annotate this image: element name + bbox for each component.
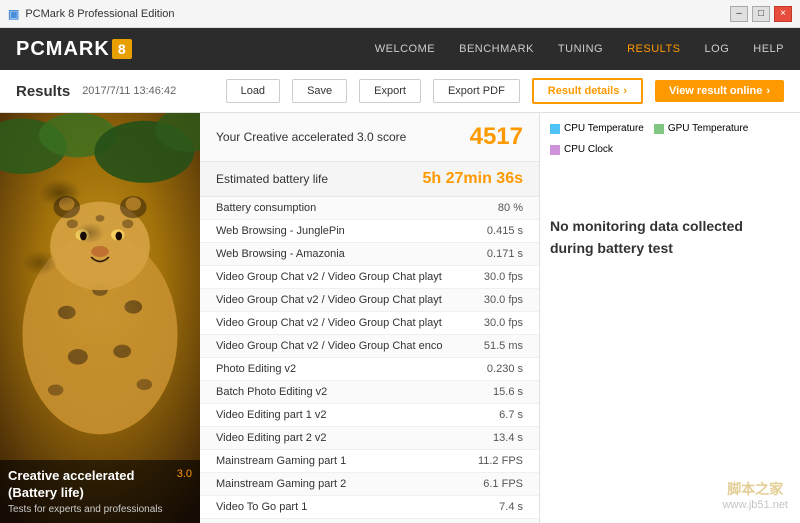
top-navigation: PCMARK 8 WELCOME BENCHMARK TUNING RESULT… (0, 28, 800, 70)
nav-links: WELCOME BENCHMARK TUNING RESULTS LOG HEL… (375, 43, 784, 55)
nav-log[interactable]: LOG (705, 43, 730, 55)
nav-results[interactable]: RESULTS (627, 43, 680, 55)
results-title: Results (16, 83, 70, 100)
nav-tuning[interactable]: TUNING (558, 43, 603, 55)
test-image: 3.0 Creative accelerated (Battery life) … (0, 113, 200, 523)
table-row: Web Browsing - Amazonia0.171 s (200, 243, 539, 266)
right-panel: CPU TemperatureGPU TemperatureCPU Clock … (540, 113, 800, 523)
table-row: Video Group Chat v2 / Video Group Chat p… (200, 266, 539, 289)
table-row: Video Editing part 1 v26.7 s (200, 404, 539, 427)
app-icon: ▣ (8, 7, 19, 21)
maximize-button[interactable]: □ (752, 6, 770, 22)
export-button[interactable]: Export (359, 79, 421, 103)
data-table: Battery consumption80 %Web Browsing - Ju… (200, 197, 539, 523)
table-row: Battery consumption80 % (200, 197, 539, 220)
test-version: 3.0 (177, 468, 192, 480)
table-row: Video Group Chat v2 / Video Group Chat p… (200, 289, 539, 312)
left-panel: 3.0 Creative accelerated (Battery life) … (0, 113, 200, 523)
no-data-message: No monitoring data collected during batt… (550, 215, 790, 260)
result-details-button[interactable]: Result details › (532, 78, 643, 104)
battery-row: Estimated battery life 5h 27min 36s (200, 162, 539, 197)
test-label: 3.0 Creative accelerated (Battery life) … (0, 460, 200, 523)
load-button[interactable]: Load (226, 79, 280, 103)
logo-text: PCMARK (16, 38, 110, 61)
close-button[interactable]: × (774, 6, 792, 22)
table-row: Mainstream Gaming part 111.2 FPS (200, 450, 539, 473)
results-header: Results 2017/7/11 13:46:42 Load Save Exp… (0, 70, 800, 113)
nav-benchmark[interactable]: BENCHMARK (459, 43, 534, 55)
test-desc: Tests for experts and professionals (8, 504, 192, 515)
minimize-button[interactable]: – (730, 6, 748, 22)
center-panel: Your Creative accelerated 3.0 score 4517… (200, 113, 540, 523)
score-label: Your Creative accelerated 3.0 score (216, 130, 406, 144)
content-area: Results 2017/7/11 13:46:42 Load Save Exp… (0, 70, 800, 523)
legend-item: GPU Temperature (654, 123, 748, 134)
chart-legend: CPU Temperature GPU Temperature CPU Clock (550, 123, 790, 155)
table-row: Video Group Chat v2 / Video Group Chat p… (200, 312, 539, 335)
legend-item: CPU Clock (550, 144, 613, 155)
logo: PCMARK 8 (16, 38, 132, 61)
score-row: Your Creative accelerated 3.0 score 4517 (200, 113, 539, 162)
table-row: Batch Photo Editing v215.6 s (200, 381, 539, 404)
main-body: 3.0 Creative accelerated (Battery life) … (0, 113, 800, 523)
save-button[interactable]: Save (292, 79, 347, 103)
table-row: Video To Go part 17.4 s (200, 496, 539, 519)
table-row: Web Browsing - JunglePin0.415 s (200, 220, 539, 243)
table-row: Mainstream Gaming part 26.1 FPS (200, 473, 539, 496)
watermark-line2: www.jb51.net (723, 499, 788, 511)
logo-version: 8 (112, 39, 132, 59)
table-row: Video Editing part 2 v213.4 s (200, 427, 539, 450)
table-row: Photo Editing v20.230 s (200, 358, 539, 381)
test-name: Creative accelerated (Battery life) (8, 468, 192, 502)
view-online-button[interactable]: View result online › (655, 80, 784, 102)
nav-welcome[interactable]: WELCOME (375, 43, 435, 55)
export-pdf-button[interactable]: Export PDF (433, 79, 520, 103)
table-row: Video To Go part 28.9 s (200, 519, 539, 523)
battery-label: Estimated battery life (216, 172, 328, 186)
watermark-line1: 脚本之家 (723, 479, 788, 499)
legend-item: CPU Temperature (550, 123, 644, 134)
table-row: Video Group Chat v2 / Video Group Chat e… (200, 335, 539, 358)
results-date: 2017/7/11 13:46:42 (82, 85, 176, 97)
score-value: 4517 (470, 123, 523, 151)
title-bar: ▣ PCMark 8 Professional Edition – □ × (0, 0, 800, 28)
nav-help[interactable]: HELP (753, 43, 784, 55)
window-controls[interactable]: – □ × (730, 6, 792, 22)
app-title: PCMark 8 Professional Edition (25, 8, 174, 20)
battery-value: 5h 27min 36s (423, 170, 524, 188)
